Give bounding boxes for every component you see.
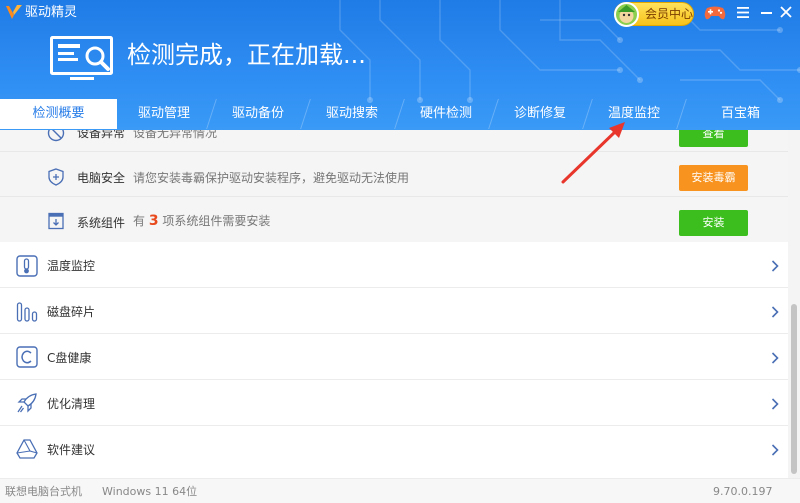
alert-description: 设备无异常情况 xyxy=(133,130,218,140)
device-model: 联想电脑台式机 xyxy=(5,485,82,498)
check-results-panel: 设备异常 设备无异常情况 查看 电脑安全 请您安装毒霸保护驱动安装程序，避免驱动… xyxy=(0,130,788,242)
c-drive-icon xyxy=(16,346,38,368)
alert-name: 设备异常 xyxy=(77,130,126,140)
tool-row-temperature[interactable]: 温度监控 xyxy=(0,243,788,288)
tab-overview[interactable]: 检测概要 xyxy=(0,99,117,129)
tab-hardware-detection[interactable]: 硬件检测 xyxy=(399,99,493,129)
tool-label: C盘健康 xyxy=(47,351,92,365)
alert-description: 有 3 项系统组件需要安装 xyxy=(133,213,270,229)
tool-label: 温度监控 xyxy=(47,259,96,273)
install-duba-button[interactable]: 安装毒霸 xyxy=(679,165,748,191)
alert-description: 请您安装毒霸保护驱动安装程序，避免驱动无法使用 xyxy=(133,171,410,185)
tab-driver-backup[interactable]: 驱动备份 xyxy=(211,99,305,129)
app-version: 9.70.0.197 xyxy=(713,485,773,498)
thermometer-icon xyxy=(16,255,38,277)
desc-prefix: 有 xyxy=(133,214,146,228)
chevron-right-icon xyxy=(771,444,779,456)
chevron-right-icon xyxy=(771,352,779,364)
component-count: 3 xyxy=(148,213,159,229)
download-box-icon xyxy=(48,212,64,230)
main-tab-bar: 检测概要 驱动管理 驱动备份 驱动搜索 硬件检测 诊断修复 温度监控 百宝箱 xyxy=(0,99,800,129)
install-components-button[interactable]: 安装 xyxy=(679,210,748,236)
gamepad-icon[interactable] xyxy=(703,4,727,21)
rocket-icon xyxy=(17,393,37,413)
avatar xyxy=(614,2,639,27)
tool-row-disk-defrag[interactable]: 磁盘碎片 xyxy=(0,289,788,334)
triangle-drive-icon xyxy=(16,439,38,459)
vip-center-button[interactable]: 会员中心 xyxy=(614,2,694,27)
status-bar: 联想电脑台式机 Windows 11 64位 9.70.0.197 xyxy=(0,478,800,503)
shield-plus-icon xyxy=(48,168,64,186)
tool-label: 软件建议 xyxy=(47,443,96,457)
alert-row-security: 电脑安全 请您安装毒霸保护驱动安装程序，避免驱动无法使用 安装毒霸 xyxy=(0,159,788,197)
tool-label: 磁盘碎片 xyxy=(47,305,96,319)
os-version: Windows 11 64位 xyxy=(102,485,198,498)
vip-label: 会员中心 xyxy=(645,7,694,21)
tab-toolbox[interactable]: 百宝箱 xyxy=(681,99,800,129)
tool-row-optimize-clean[interactable]: 优化清理 xyxy=(0,381,788,426)
title-bar: 驱动精灵 会员中心 检测完成，正在加载... 检测概要 驱动管理 驱动备份 驱动… xyxy=(0,0,800,130)
tool-row-software-advice[interactable]: 软件建议 xyxy=(0,427,788,472)
desc-suffix: 项系统组件需要安装 xyxy=(162,214,271,228)
alert-name: 系统组件 xyxy=(77,216,126,230)
scrollbar-thumb[interactable] xyxy=(791,304,797,474)
close-icon[interactable] xyxy=(780,6,792,18)
minimize-icon[interactable] xyxy=(761,12,772,14)
tool-label: 优化清理 xyxy=(47,397,96,411)
disk-fragment-icon xyxy=(16,302,38,322)
tab-diagnose-repair[interactable]: 诊断修复 xyxy=(493,99,587,129)
device-warning-icon xyxy=(47,130,65,142)
view-button[interactable]: 查看 xyxy=(679,130,748,147)
monitor-scan-icon xyxy=(50,36,113,80)
alert-row-device: 设备异常 设备无异常情况 查看 xyxy=(0,130,788,152)
menu-icon[interactable] xyxy=(737,7,749,18)
tab-temperature-monitor[interactable]: 温度监控 xyxy=(587,99,681,129)
app-title: 驱动精灵 xyxy=(25,5,78,20)
scan-status-text: 检测完成，正在加载... xyxy=(127,41,366,69)
tool-row-c-drive-health[interactable]: C盘健康 xyxy=(0,335,788,380)
chevron-right-icon xyxy=(771,398,779,410)
tab-driver-search[interactable]: 驱动搜索 xyxy=(305,99,399,129)
alert-row-components: 系统组件 有 3 项系统组件需要安装 安装 xyxy=(0,202,788,240)
chevron-right-icon xyxy=(771,260,779,272)
alert-name: 电脑安全 xyxy=(77,171,126,185)
tab-driver-management[interactable]: 驱动管理 xyxy=(117,99,211,129)
app-logo-icon xyxy=(6,5,22,19)
chevron-right-icon xyxy=(771,306,779,318)
